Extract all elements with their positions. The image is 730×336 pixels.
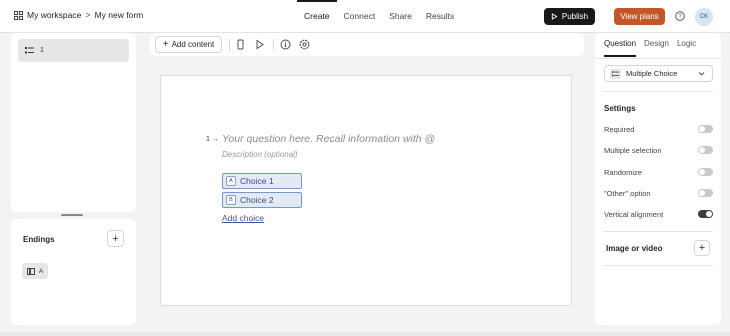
view-plans-button[interactable]: View plans	[614, 8, 665, 25]
breadcrumb-form-name[interactable]: My new form	[95, 10, 144, 20]
bottom-strip	[0, 332, 730, 336]
question-list-item[interactable]: 1	[18, 39, 129, 62]
multiple-choice-icon	[610, 68, 621, 79]
add-choice-link[interactable]: Add choice	[222, 213, 264, 223]
ending-item-label: A	[38, 267, 44, 275]
choice-option[interactable]: A Choice 1	[222, 173, 302, 189]
tab-connect[interactable]: Connect	[337, 0, 383, 33]
setting-label: Randomize	[604, 168, 642, 177]
tab-create[interactable]: Create	[297, 0, 337, 33]
workspace-grid-icon	[14, 10, 23, 20]
add-content-button[interactable]: + Add content	[155, 36, 222, 53]
panel-resize-handle[interactable]	[61, 214, 83, 216]
vertical-alignment-toggle[interactable]	[698, 210, 713, 218]
breadcrumb: My workspace > My new form	[14, 10, 143, 20]
tab-design[interactable]: Design	[644, 39, 669, 55]
toolbar-divider	[273, 39, 274, 50]
info-icon[interactable]	[280, 39, 291, 50]
tab-question[interactable]: Question	[604, 39, 637, 57]
play-outline-icon	[551, 13, 558, 20]
add-media-button[interactable]: +	[694, 240, 710, 256]
choice-option[interactable]: B Choice 2	[222, 192, 302, 208]
tabs-divider	[595, 58, 721, 59]
editor-toolbar: + Add content	[150, 33, 584, 56]
setting-multiple-selection: Multiple selection	[604, 145, 713, 157]
plus-icon: +	[698, 242, 706, 254]
choice-key: A	[226, 176, 236, 186]
breadcrumb-workspace[interactable]: My workspace	[27, 10, 81, 20]
settings-icon[interactable]	[299, 39, 310, 50]
endings-title: Endings	[23, 235, 55, 244]
choice-label: Choice 2	[240, 195, 274, 205]
add-ending-button[interactable]: +	[107, 230, 124, 247]
publish-button[interactable]: Publish	[544, 8, 595, 25]
multiple-choice-icon	[25, 47, 34, 54]
required-toggle[interactable]	[698, 125, 713, 133]
svg-text:?: ?	[678, 14, 682, 20]
toolbar-divider	[229, 39, 230, 50]
question-list-panel: 1	[11, 33, 136, 212]
plus-icon: +	[112, 232, 119, 245]
mobile-preview-icon[interactable]	[235, 39, 246, 50]
ending-screen-icon	[26, 267, 35, 275]
setting-required: Required	[604, 124, 713, 136]
randomize-toggle[interactable]	[698, 168, 713, 176]
play-icon[interactable]	[254, 39, 265, 50]
setting-label: Multiple selection	[604, 146, 662, 155]
setting-vertical-alignment: Vertical alignment	[604, 209, 713, 221]
choice-label: Choice 1	[240, 176, 274, 186]
endings-panel: Endings + A	[11, 219, 136, 325]
section-divider	[604, 231, 713, 232]
arrow-icon: →	[211, 136, 219, 143]
breadcrumb-separator: >	[85, 10, 91, 20]
setting-randomize: Randomize	[604, 167, 713, 179]
setting-label: Vertical alignment	[604, 210, 664, 219]
publish-label: Publish	[561, 12, 589, 21]
choice-key: B	[226, 195, 236, 205]
section-divider	[604, 91, 713, 92]
plus-icon: +	[162, 39, 169, 50]
section-divider	[604, 265, 713, 266]
question-number-value: 1	[206, 136, 210, 143]
question-list-item-number: 1	[40, 47, 44, 54]
settings-title: Settings	[604, 104, 636, 113]
multiple-selection-toggle[interactable]	[698, 146, 713, 154]
question-number: 1 →	[206, 136, 219, 143]
ending-item[interactable]: A	[22, 263, 48, 279]
question-description-input[interactable]: Description (optional)	[222, 150, 298, 159]
help-icon[interactable]: ?	[675, 11, 685, 21]
form-canvas: 1 → Your question here. Recall informati…	[160, 75, 572, 306]
add-content-label: Add content	[171, 40, 215, 49]
other-option-toggle[interactable]	[698, 189, 713, 197]
chevron-down-icon	[698, 72, 705, 76]
nav-tabs: Create Connect Share Results	[297, 0, 461, 33]
setting-label: Required	[604, 125, 635, 134]
tab-results[interactable]: Results	[419, 0, 461, 33]
question-type-label: Multiple Choice	[626, 69, 678, 78]
top-bar: My workspace > My new form Create Connec…	[0, 0, 730, 33]
question-title-input[interactable]: Your question here. Recall information w…	[222, 133, 435, 145]
question-type-select[interactable]: Multiple Choice	[604, 65, 713, 82]
avatar[interactable]: CK	[695, 8, 713, 26]
properties-tabs: Question Design Logic	[604, 39, 696, 57]
image-or-video-title: Image or video	[606, 244, 663, 253]
tab-share[interactable]: Share	[382, 0, 419, 33]
setting-other-option: "Other" option	[604, 188, 713, 200]
properties-panel: Question Design Logic Multiple Choice Se…	[595, 33, 721, 325]
setting-label: "Other" option	[604, 189, 651, 198]
tab-logic[interactable]: Logic	[677, 39, 696, 55]
